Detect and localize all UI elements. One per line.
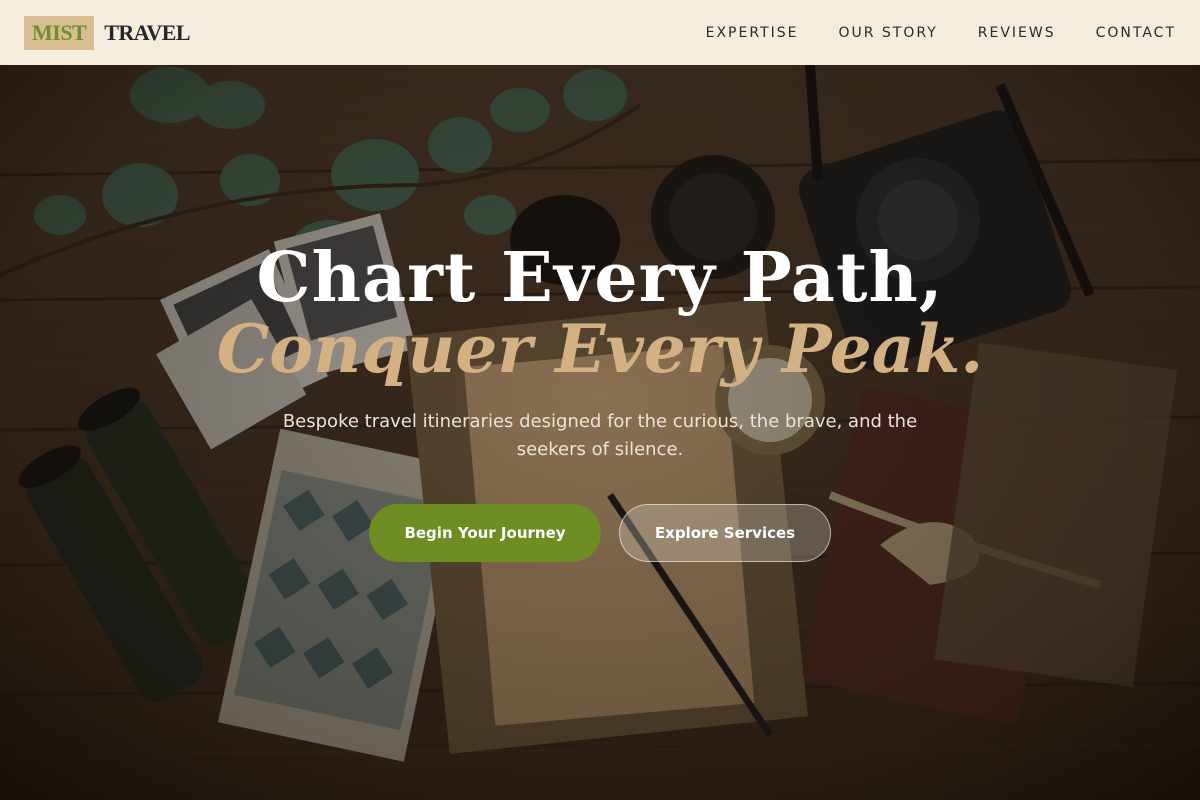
main-nav: EXPERTISE OUR STORY REVIEWS CONTACT <box>706 25 1176 41</box>
hero-headline-line2: Conquer Every Peak. <box>216 310 984 388</box>
hero-section: Chart Every Path, Conquer Every Peak. Be… <box>0 65 1200 800</box>
cta-row: Begin Your Journey Explore Services <box>0 504 1200 562</box>
begin-journey-button[interactable]: Begin Your Journey <box>369 504 601 562</box>
site-header: MIST TRAVEL EXPERTISE OUR STORY REVIEWS … <box>0 0 1200 65</box>
nav-item-our-story[interactable]: OUR STORY <box>838 25 937 41</box>
nav-item-contact[interactable]: CONTACT <box>1096 25 1176 41</box>
hero-subtitle: Bespoke travel itineraries designed for … <box>282 411 918 460</box>
nav-item-reviews[interactable]: REVIEWS <box>978 25 1056 41</box>
logo-mark: MIST <box>24 15 95 50</box>
nav-item-expertise[interactable]: EXPERTISE <box>706 25 799 41</box>
explore-services-button[interactable]: Explore Services <box>619 504 831 562</box>
hero-headline-line1: Chart Every Path, <box>256 238 944 318</box>
brand-logo[interactable]: MIST TRAVEL <box>24 15 191 50</box>
logo-wordmark: TRAVEL <box>104 19 191 45</box>
hero-content: Chart Every Path, Conquer Every Peak. Be… <box>0 240 1200 562</box>
